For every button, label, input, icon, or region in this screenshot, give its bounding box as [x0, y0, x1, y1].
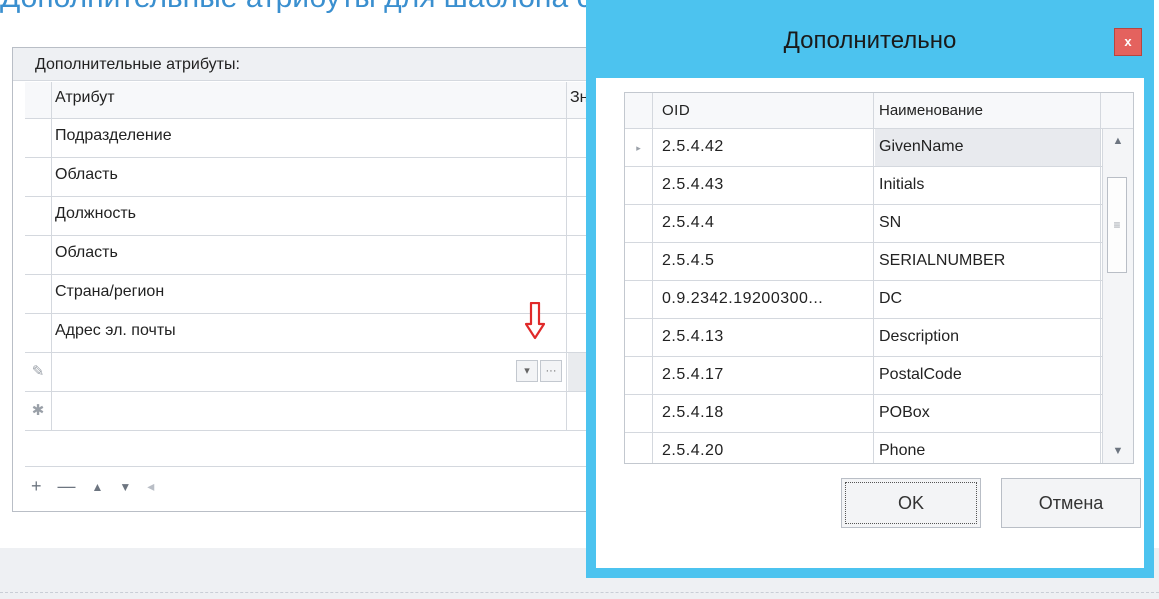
grid-navigator: + — ▲ ▼ ◂: [25, 466, 613, 506]
column-header-name[interactable]: Наименование: [875, 93, 1101, 128]
attribute-cell[interactable]: Подразделение: [53, 119, 567, 157]
red-down-arrow-icon: [525, 302, 545, 340]
name-cell[interactable]: SERIALNUMBER: [875, 243, 1101, 280]
row-indicator: [25, 119, 52, 157]
move-down-button[interactable]: ▼: [119, 480, 131, 494]
attribute-cell[interactable]: Страна/регион: [53, 275, 567, 313]
row-indicator: [625, 319, 653, 356]
name-cell[interactable]: POBox: [875, 395, 1101, 432]
dropdown-button[interactable]: ▾: [516, 360, 538, 382]
table-row[interactable]: Подразделение: [25, 119, 613, 158]
editing-row[interactable]: ✎ ▾ ···: [25, 353, 615, 392]
name-cell[interactable]: Initials: [875, 167, 1101, 204]
header-indicator-cell: [25, 82, 52, 118]
asterisk-icon: ✱: [25, 392, 52, 430]
table-row[interactable]: Должность: [25, 197, 613, 236]
oid-grid-header: OID Наименование: [625, 93, 1133, 129]
row-indicator: [625, 205, 653, 242]
attribute-cell[interactable]: Область: [53, 236, 567, 274]
ellipsis-button[interactable]: ···: [540, 360, 562, 382]
scroll-thumb[interactable]: ≡: [1107, 177, 1127, 273]
oid-cell[interactable]: 2.5.4.17: [654, 357, 874, 394]
bottom-divider: [0, 592, 1159, 593]
column-header-attribute[interactable]: Атрибут: [53, 82, 567, 118]
table-row[interactable]: 2.5.4.17 PostalCode: [625, 357, 1133, 395]
row-selector-arrow-icon: ▸: [625, 129, 653, 166]
attribute-cell[interactable]: Область: [53, 158, 567, 196]
row-indicator: [625, 243, 653, 280]
oid-cell[interactable]: 2.5.4.20: [654, 433, 874, 463]
table-row[interactable]: ▸ 2.5.4.42 GivenName: [625, 129, 1133, 167]
additional-attributes-panel: Дополнительные атрибуты: Атрибут Зн Подр…: [12, 47, 615, 512]
oid-grid: OID Наименование ▸ 2.5.4.42 GivenName 2.…: [624, 92, 1134, 464]
move-up-button[interactable]: ▲: [92, 480, 104, 494]
attributes-grid-header: Атрибут Зн: [25, 82, 613, 119]
row-indicator: [25, 275, 52, 313]
new-attribute-cell[interactable]: [53, 392, 567, 430]
new-row[interactable]: ✱: [25, 392, 613, 431]
table-row[interactable]: 2.5.4.13 Description: [625, 319, 1133, 357]
name-cell[interactable]: SN: [875, 205, 1101, 242]
scroll-left-button[interactable]: ◂: [147, 478, 154, 495]
scroll-up-arrow-icon[interactable]: ▲: [1103, 131, 1133, 151]
table-row[interactable]: 2.5.4.4 SN: [625, 205, 1133, 243]
row-indicator: [25, 236, 52, 274]
oid-cell[interactable]: 2.5.4.4: [654, 205, 874, 242]
name-cell[interactable]: Description: [875, 319, 1101, 356]
additional-dialog: Дополнительно x OID Наименование ▸ 2.5.4…: [586, 0, 1154, 578]
scroll-down-arrow-icon[interactable]: ▼: [1103, 441, 1133, 461]
pencil-icon: ✎: [25, 353, 52, 391]
header-indicator-cell: [625, 93, 653, 128]
remove-row-button[interactable]: —: [58, 476, 76, 497]
page-heading-cut: Дополнительные атрибуты для шаблона серт…: [0, 0, 590, 18]
row-indicator: [25, 197, 52, 235]
name-cell[interactable]: PostalCode: [875, 357, 1101, 394]
editor-buttons: ▾ ···: [516, 360, 562, 382]
table-row[interactable]: 2.5.4.20 Phone: [625, 433, 1133, 463]
row-indicator: [25, 158, 52, 196]
row-indicator: [25, 314, 52, 352]
table-row[interactable]: Область: [25, 158, 613, 197]
oid-cell[interactable]: 2.5.4.13: [654, 319, 874, 356]
name-cell[interactable]: DC: [875, 281, 1101, 318]
name-cell[interactable]: Phone: [875, 433, 1101, 463]
attribute-cell[interactable]: Адрес эл. почты: [53, 314, 567, 352]
table-row[interactable]: 0.9.2342.19200300... DC: [625, 281, 1133, 319]
attributes-panel-title: Дополнительные атрибуты:: [13, 48, 613, 81]
attributes-grid: Атрибут Зн Подразделение Область Должнос…: [25, 82, 615, 431]
name-cell[interactable]: GivenName: [875, 129, 1101, 166]
oid-cell[interactable]: 2.5.4.42: [654, 129, 874, 166]
oid-cell[interactable]: 0.9.2342.19200300...: [654, 281, 874, 318]
vertical-scrollbar[interactable]: ▲ ≡ ▼: [1102, 129, 1133, 463]
close-button[interactable]: x: [1114, 28, 1142, 56]
row-indicator: [625, 281, 653, 318]
attribute-editor-cell[interactable]: ▾ ···: [53, 353, 567, 391]
row-indicator: [625, 357, 653, 394]
dialog-title: Дополнительно: [783, 27, 957, 54]
column-header-oid[interactable]: OID: [654, 93, 874, 128]
table-row[interactable]: 2.5.4.43 Initials: [625, 167, 1133, 205]
cancel-button[interactable]: Отмена: [1001, 478, 1141, 528]
ok-button[interactable]: OK: [841, 478, 981, 528]
add-row-button[interactable]: +: [31, 476, 42, 497]
row-indicator: [625, 167, 653, 204]
attribute-cell[interactable]: Должность: [53, 197, 567, 235]
row-indicator: [625, 433, 653, 463]
oid-cell[interactable]: 2.5.4.18: [654, 395, 874, 432]
table-row[interactable]: 2.5.4.5 SERIALNUMBER: [625, 243, 1133, 281]
oid-cell[interactable]: 2.5.4.5: [654, 243, 874, 280]
row-indicator: [625, 395, 653, 432]
dialog-body: OID Наименование ▸ 2.5.4.42 GivenName 2.…: [596, 78, 1144, 568]
table-row[interactable]: Область: [25, 236, 613, 275]
table-row[interactable]: 2.5.4.18 POBox: [625, 395, 1133, 433]
oid-cell[interactable]: 2.5.4.43: [654, 167, 874, 204]
